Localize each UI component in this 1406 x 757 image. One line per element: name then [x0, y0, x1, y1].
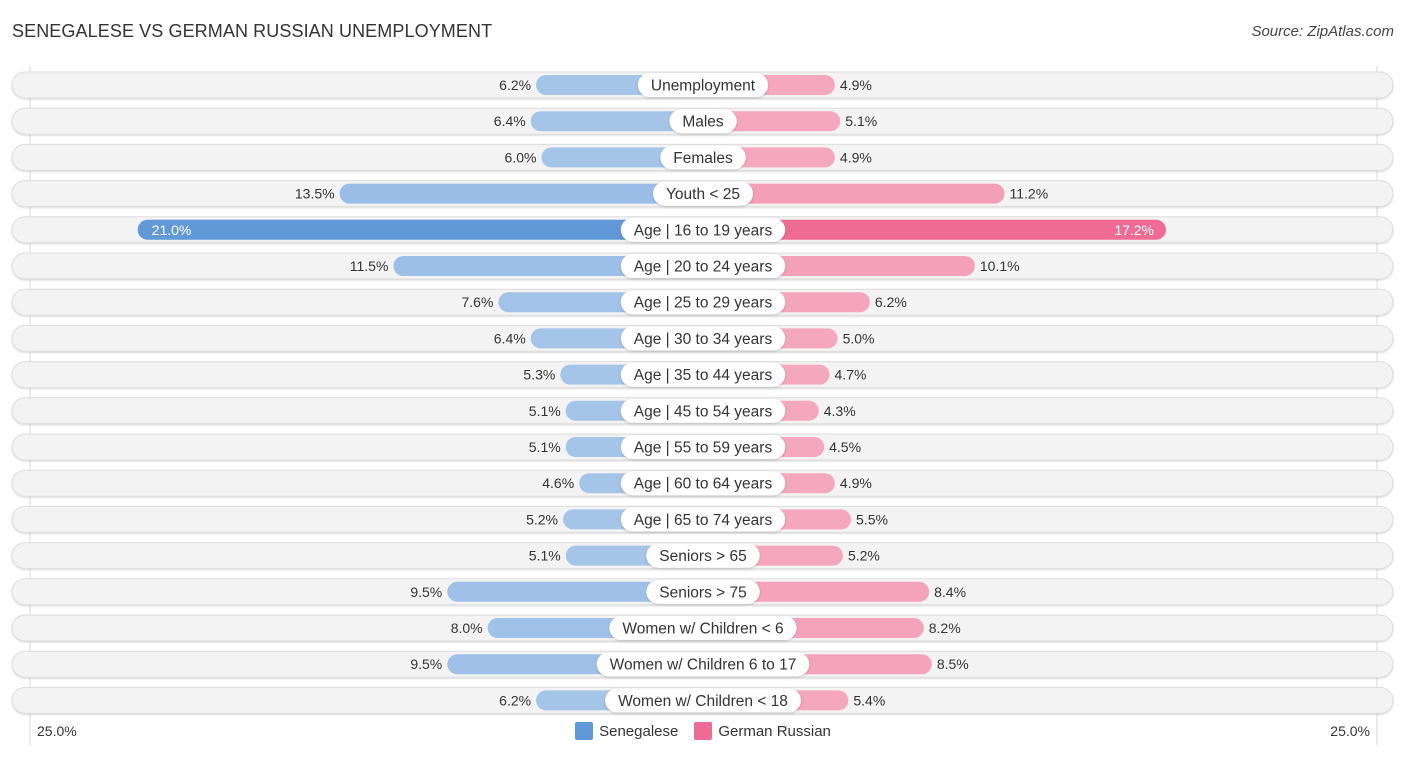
- chart-row: 5.1% 4.5% Age | 55 to 59 years: [11, 433, 1394, 461]
- value-label-senegalese: 5.2%: [526, 511, 558, 527]
- value-label-german-russian: 5.5%: [856, 511, 888, 527]
- chart-row: 6.2% 4.9% Unemployment: [11, 71, 1394, 99]
- legend-label-senegalese: Senegalese: [599, 722, 679, 740]
- legend-swatch-german-russian: [694, 722, 713, 740]
- chart-row: 6.4% 5.0% Age | 30 to 34 years: [11, 324, 1394, 352]
- category-label: Females: [673, 150, 733, 167]
- chart-row: 6.2% 5.4% Women w/ Children < 18: [11, 686, 1394, 714]
- chart-row: 5.3% 4.7% Age | 35 to 44 years: [11, 361, 1394, 389]
- chart-row: 4.6% 4.9% Age | 60 to 64 years: [11, 469, 1394, 497]
- category-label: Age | 30 to 34 years: [634, 331, 773, 348]
- value-label-german-russian: 17.2%: [1114, 222, 1154, 238]
- value-label-german-russian: 6.2%: [875, 294, 907, 310]
- value-label-german-russian: 8.4%: [934, 584, 966, 600]
- value-label-senegalese: 6.2%: [499, 692, 531, 708]
- value-label-senegalese: 9.5%: [410, 584, 442, 600]
- chart-row: 8.0% 8.2% Women w/ Children < 6: [11, 614, 1394, 642]
- category-label: Age | 60 to 64 years: [634, 476, 773, 493]
- value-label-senegalese: 8.0%: [451, 620, 483, 636]
- chart-row: 5.1% 5.2% Seniors > 65: [11, 542, 1394, 570]
- value-label-senegalese: 5.3%: [523, 367, 555, 383]
- value-label-senegalese: 13.5%: [295, 186, 335, 202]
- value-label-german-russian: 4.3%: [824, 403, 856, 419]
- category-label: Youth < 25: [666, 186, 740, 203]
- chart-row: 11.5% 10.1% Age | 20 to 24 years: [11, 252, 1394, 280]
- value-label-senegalese: 7.6%: [461, 294, 493, 310]
- category-label: Age | 45 to 54 years: [634, 403, 773, 420]
- category-label: Women w/ Children < 18: [618, 693, 788, 710]
- value-label-senegalese: 5.1%: [529, 403, 561, 419]
- chart-row: 21.0% 17.2% Age | 16 to 19 years: [11, 216, 1394, 244]
- value-label-senegalese: 6.4%: [494, 330, 526, 346]
- category-label: Age | 25 to 29 years: [634, 295, 773, 312]
- legend: Senegalese German Russian: [0, 722, 1406, 740]
- chart-row: 13.5% 11.2% Youth < 25: [11, 180, 1394, 208]
- category-label: Seniors > 75: [659, 584, 746, 601]
- value-label-german-russian: 8.2%: [929, 620, 961, 636]
- chart-row: 9.5% 8.4% Seniors > 75: [11, 578, 1394, 606]
- category-label: Age | 16 to 19 years: [634, 222, 773, 239]
- category-label: Age | 20 to 24 years: [634, 259, 773, 276]
- category-label: Women w/ Children 6 to 17: [610, 657, 797, 674]
- value-label-german-russian: 5.4%: [853, 692, 885, 708]
- value-label-german-russian: 11.2%: [1010, 186, 1049, 202]
- value-label-german-russian: 5.1%: [845, 113, 877, 129]
- chart-row: 6.4% 5.1% Males: [11, 107, 1394, 135]
- value-label-senegalese: 5.1%: [529, 439, 561, 455]
- chart-row: 9.5% 8.5% Women w/ Children 6 to 17: [11, 650, 1394, 678]
- value-label-senegalese: 4.6%: [542, 475, 574, 491]
- chart-row: 6.0% 4.9% Females: [11, 143, 1394, 171]
- category-label: Age | 65 to 74 years: [634, 512, 773, 529]
- value-label-german-russian: 4.9%: [840, 77, 872, 93]
- chart-rows: 6.2% 4.9% Unemployment 6.4% 5.1% Males 6.0% 4.9…: [11, 71, 1394, 714]
- legend-item-german-russian[interactable]: German Russian: [694, 722, 831, 740]
- chart-row: 7.6% 6.2% Age | 25 to 29 years: [11, 288, 1394, 316]
- value-label-german-russian: 8.5%: [937, 656, 969, 672]
- legend-item-senegalese[interactable]: Senegalese: [575, 722, 678, 740]
- value-label-german-russian: 4.9%: [840, 149, 872, 165]
- chart-row: 5.1% 4.3% Age | 45 to 54 years: [11, 397, 1394, 425]
- category-label: Age | 55 to 59 years: [634, 440, 773, 457]
- chart-row: 5.2% 5.5% Age | 65 to 74 years: [11, 505, 1394, 533]
- value-label-senegalese: 21.0%: [152, 222, 192, 238]
- value-label-senegalese: 11.5%: [350, 258, 389, 274]
- value-label-german-russian: 4.9%: [840, 475, 872, 491]
- category-label: Seniors > 65: [659, 548, 746, 565]
- category-label: Women w/ Children < 6: [622, 621, 783, 638]
- category-label: Unemployment: [651, 78, 756, 95]
- value-label-german-russian: 5.0%: [843, 330, 875, 346]
- value-label-german-russian: 10.1%: [980, 258, 1020, 274]
- category-label: Males: [682, 114, 724, 131]
- category-label: Age | 35 to 44 years: [634, 367, 773, 384]
- legend-label-german-russian: German Russian: [718, 722, 831, 740]
- value-label-german-russian: 5.2%: [848, 548, 880, 564]
- value-label-senegalese: 6.4%: [494, 113, 526, 129]
- value-label-senegalese: 6.0%: [505, 149, 537, 165]
- value-label-german-russian: 4.7%: [835, 367, 867, 383]
- legend-swatch-senegalese: [575, 722, 594, 740]
- value-label-senegalese: 9.5%: [410, 656, 442, 672]
- value-label-senegalese: 6.2%: [499, 77, 531, 93]
- value-label-senegalese: 5.1%: [529, 548, 561, 564]
- chart-canvas: 6.2% 4.9% Unemployment 6.4% 5.1% Males 6.0% 4.9…: [11, 66, 1394, 745]
- value-label-german-russian: 4.5%: [829, 439, 861, 455]
